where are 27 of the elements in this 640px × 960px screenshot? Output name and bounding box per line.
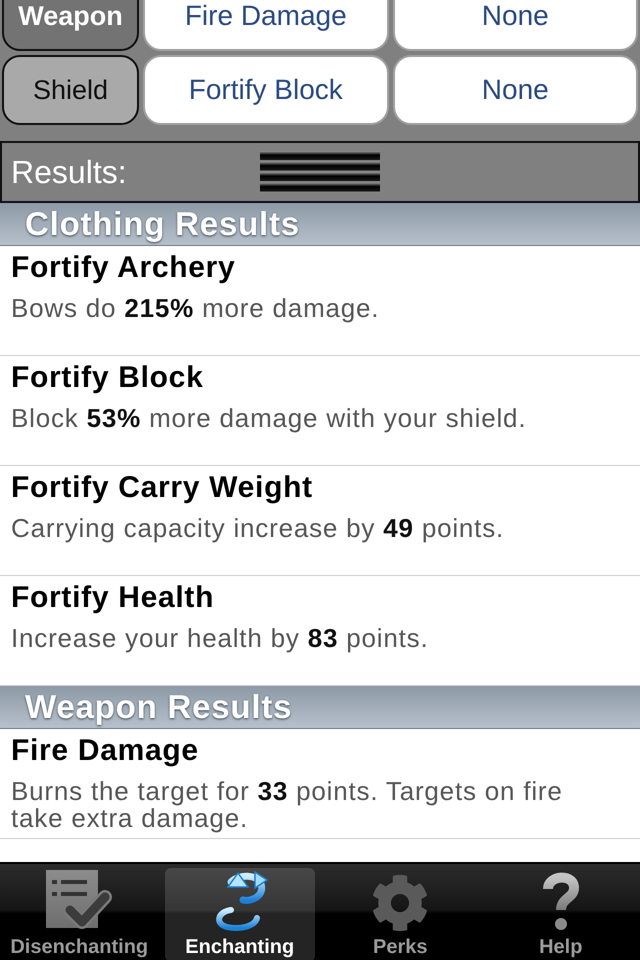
results-label: Results:	[11, 154, 128, 190]
checklist-icon	[46, 870, 112, 932]
effect-description: Bows do 215% more damage.	[11, 295, 380, 322]
effect-title: Fortify Block	[11, 361, 204, 395]
section-header: Weapon Results	[0, 686, 640, 729]
effect-description: Block 53% more damage with your shield.	[11, 405, 528, 432]
effect-title: Fortify Archery	[11, 251, 236, 285]
enchantment-button[interactable]: None	[392, 55, 638, 125]
enchantment-button[interactable]: Fire Damage	[143, 0, 388, 51]
effect-title: Fortify Carry Weight	[11, 471, 314, 505]
effect-description: Increase your health by 83 points.	[11, 625, 430, 652]
effect-description: Carrying capacity increase by 49 points.	[11, 515, 506, 542]
slot-button[interactable]: Shield	[2, 55, 139, 125]
tab-button[interactable]: Enchanting	[164, 868, 315, 960]
enchantment-button[interactable]: None	[392, 0, 638, 51]
tab-button[interactable]: Disenchanting	[4, 868, 154, 960]
slot-button[interactable]: Weapon	[2, 0, 139, 51]
section-header: Clothing Results	[0, 203, 640, 246]
tab-button[interactable]: Help	[486, 868, 636, 960]
effect-description: Burns the target for 33 points. Targets on fire take extra damage.	[11, 778, 564, 832]
question-mark-icon	[540, 872, 581, 932]
tab-button[interactable]: Perks	[325, 868, 476, 960]
grip-lines-icon	[260, 151, 380, 193]
gear-icon	[371, 874, 430, 932]
effect-title: Fire Damage	[11, 734, 200, 768]
enchantment-button[interactable]: Fortify Block	[143, 55, 388, 125]
effect-title: Fortify Health	[11, 581, 216, 615]
